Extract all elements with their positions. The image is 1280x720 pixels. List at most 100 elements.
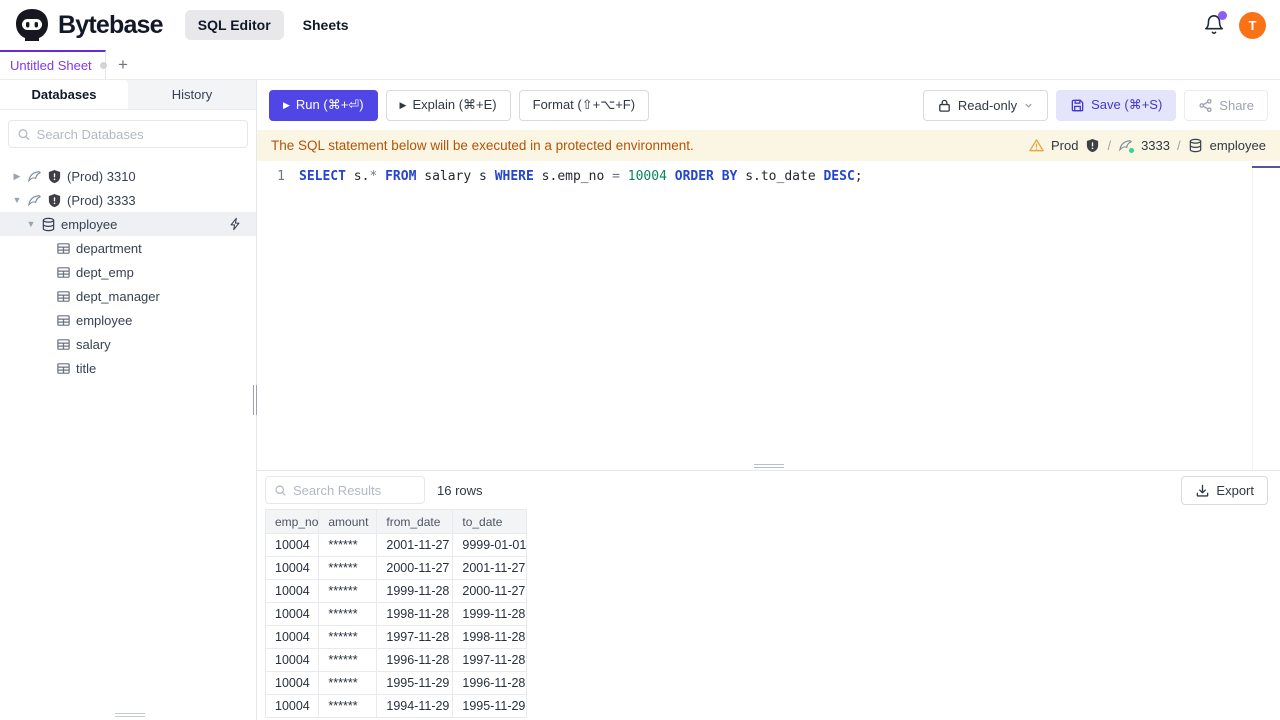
column-header-to_date[interactable]: to_date — [452, 509, 528, 534]
table-cell[interactable]: 2001-11-27 — [376, 533, 454, 557]
sql-editor[interactable]: 1 SELECT s.* FROM salary s WHERE s.emp_n… — [257, 161, 1280, 470]
bytebase-logo[interactable]: Bytebase — [14, 7, 164, 43]
run-label: Run (⌘+⏎) — [295, 97, 364, 112]
table-cell[interactable]: 10004 — [264, 671, 320, 695]
add-sheet-button[interactable]: + — [106, 50, 140, 79]
table-cell[interactable]: 10004 — [264, 533, 320, 557]
table-cell[interactable]: ****** — [318, 625, 378, 649]
table-cell[interactable]: 10004 — [264, 556, 320, 580]
sidebar-table-employee[interactable]: employee — [0, 308, 256, 332]
run-button[interactable]: ▶ Run (⌘+⏎) — [269, 89, 378, 121]
shield-icon — [48, 169, 61, 183]
tab-databases[interactable]: Databases — [0, 80, 128, 109]
shield-icon — [48, 193, 61, 207]
database-icon — [42, 217, 55, 231]
table-row[interactable]: 10004 ****** 1998-11-28 1999-11-28 — [264, 602, 528, 626]
table-row[interactable]: 10004 ****** 1997-11-28 1998-11-28 — [264, 625, 528, 649]
table-cell[interactable]: ****** — [318, 556, 378, 580]
avatar[interactable]: T — [1239, 11, 1266, 39]
format-button[interactable]: Format (⇧+⌥+F) — [518, 89, 650, 121]
database-employee[interactable]: ▼ employee — [0, 212, 256, 236]
tab-history[interactable]: History — [128, 80, 256, 109]
results-resize-handle[interactable] — [753, 464, 784, 468]
caret-down-icon[interactable]: ▼ — [26, 219, 36, 229]
table-cell[interactable]: 10004 — [264, 694, 320, 718]
caret-right-icon[interactable]: ▶ — [12, 171, 22, 182]
sidebar-table-title[interactable]: title — [0, 356, 256, 380]
nav-sql-editor[interactable]: SQL Editor — [184, 10, 284, 40]
table-cell[interactable]: ****** — [318, 533, 378, 557]
results-search[interactable] — [265, 476, 425, 504]
database-search[interactable] — [8, 120, 248, 148]
table-icon — [57, 362, 70, 374]
sidebar-table-dept_emp[interactable]: dept_emp — [0, 260, 256, 284]
table-cell[interactable]: 2000-11-27 — [452, 579, 528, 603]
table-name: dept_manager — [76, 288, 160, 304]
table-cell[interactable]: 1998-11-28 — [452, 625, 528, 649]
export-button[interactable]: Export — [1181, 475, 1268, 505]
connected-dot — [1129, 148, 1135, 153]
table-cell[interactable]: 2001-11-27 — [452, 556, 528, 580]
column-header-from_date[interactable]: from_date — [376, 509, 454, 534]
results-search-input[interactable] — [293, 482, 416, 498]
table-cell[interactable]: 1997-11-28 — [376, 625, 454, 649]
table-name: salary — [76, 336, 111, 352]
share-button[interactable]: Share — [1184, 89, 1268, 121]
instance-label[interactable]: 3333 — [1141, 138, 1170, 153]
table-cell[interactable]: 10004 — [264, 602, 320, 626]
table-cell[interactable]: 1994-11-29 — [376, 694, 454, 718]
table-cell[interactable]: 10004 — [264, 648, 320, 672]
table-cell[interactable]: 1999-11-28 — [452, 602, 528, 626]
table-row[interactable]: 10004 ****** 1994-11-29 1995-11-29 — [264, 694, 528, 718]
table-cell[interactable]: ****** — [318, 694, 378, 718]
results-body: 10004 ****** 2001-11-27 9999-01-01 10004 ****… — [264, 533, 528, 718]
table-cell[interactable]: ****** — [318, 671, 378, 695]
table-cell[interactable]: ****** — [318, 602, 378, 626]
sidebar-table-department[interactable]: department — [0, 236, 256, 260]
database-search-input[interactable] — [36, 126, 239, 142]
table-cell[interactable]: 1999-11-28 — [376, 579, 454, 603]
instance-prod-3310[interactable]: ▶ (Prod) 3310 — [0, 164, 256, 188]
editor-scrollbar[interactable] — [1252, 161, 1280, 470]
notification-bell-icon[interactable] — [1203, 11, 1227, 36]
table-row[interactable]: 10004 ****** 2000-11-27 2001-11-27 — [264, 556, 528, 580]
explain-button[interactable]: ▶ Explain (⌘+E) — [385, 89, 511, 121]
table-row[interactable]: 10004 ****** 1995-11-29 1996-11-28 — [264, 671, 528, 695]
readonly-mode-dropdown[interactable]: Read-only — [922, 89, 1049, 121]
table-cell[interactable]: 10004 — [264, 625, 320, 649]
table-name: department — [76, 240, 142, 256]
table-cell[interactable]: 9999-01-01 — [452, 533, 528, 557]
table-cell[interactable]: 1995-11-29 — [452, 694, 528, 718]
caret-down-icon[interactable]: ▼ — [12, 195, 22, 205]
table-cell[interactable]: 1995-11-29 — [376, 671, 454, 695]
table-cell[interactable]: 2000-11-27 — [376, 556, 454, 580]
table-cell[interactable]: 10004 — [264, 579, 320, 603]
tab-untitled-sheet[interactable]: Untitled Sheet — [0, 50, 107, 79]
connection-breadcrumb: Prod / 3333 / employee — [1029, 138, 1266, 153]
line-number: 1 — [277, 169, 285, 184]
table-row[interactable]: 10004 ****** 1999-11-28 2000-11-27 — [264, 579, 528, 603]
sidebar-horizontal-scrollbar[interactable] — [115, 713, 145, 717]
sidebar-table-dept_manager[interactable]: dept_manager — [0, 284, 256, 308]
lock-icon — [939, 99, 950, 112]
save-button[interactable]: Save (⌘+S) — [1056, 89, 1177, 121]
quick-action-bolt-icon[interactable] — [228, 217, 242, 231]
nav-sheets[interactable]: Sheets — [290, 10, 362, 40]
table-row[interactable]: 10004 ****** 1996-11-28 1997-11-28 — [264, 648, 528, 672]
table-cell[interactable]: 1997-11-28 — [452, 648, 528, 672]
table-cell[interactable]: 1996-11-28 — [452, 671, 528, 695]
save-label: Save (⌘+S) — [1091, 97, 1163, 112]
table-cell[interactable]: 1996-11-28 — [376, 648, 454, 672]
environment-label[interactable]: Prod — [1051, 138, 1078, 153]
code-line-1[interactable]: 1 SELECT s.* FROM salary s WHERE s.emp_n… — [257, 166, 1280, 187]
column-header-emp_no[interactable]: emp_no — [264, 509, 320, 534]
sidebar-table-salary[interactable]: salary — [0, 332, 256, 356]
database-label[interactable]: employee — [1210, 138, 1266, 153]
instance-prod-3333[interactable]: ▼ (Prod) 3333 — [0, 188, 256, 212]
table-row[interactable]: 10004 ****** 2001-11-27 9999-01-01 — [264, 533, 528, 557]
column-header-amount[interactable]: amount — [318, 509, 378, 534]
table-cell[interactable]: ****** — [318, 579, 378, 603]
table-cell[interactable]: 1998-11-28 — [376, 602, 454, 626]
search-icon — [18, 128, 30, 140]
table-cell[interactable]: ****** — [318, 648, 378, 672]
